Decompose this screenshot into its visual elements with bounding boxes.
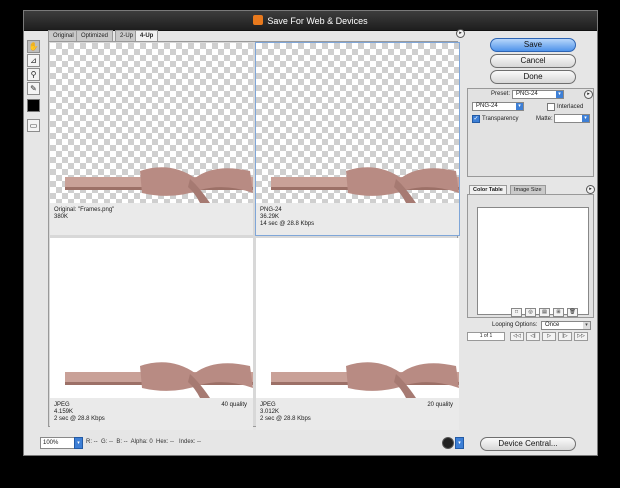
preview-image [256, 43, 459, 203]
pane-info: Original: "Frames.png" 380K [54, 207, 114, 221]
tab-color-table[interactable]: Color Table [469, 185, 507, 194]
chevron-down-icon: ▾ [556, 91, 563, 98]
preview-image [50, 43, 253, 203]
chevron-down-icon: ▾ [516, 103, 523, 110]
preview-in-browser-icon[interactable] [442, 437, 454, 449]
save-for-web-dialog: Save For Web & Devices ✋ ⊿ ⚲ ✎ ▭ Origina… [23, 10, 598, 456]
title-bar: Save For Web & Devices [24, 11, 597, 31]
chevron-down-icon: ▾ [582, 115, 589, 122]
zoom-dropdown-icon[interactable]: ▾ [74, 437, 83, 449]
preview-menu-icon[interactable]: ▸ [456, 29, 465, 38]
preset-select[interactable]: PNG-24 ▾ [512, 90, 564, 99]
chevron-down-icon: ▾ [583, 322, 590, 329]
pane-size: 36.29K [260, 214, 280, 220]
toggle-slices-visibility-icon[interactable]: ▭ [27, 119, 40, 132]
preview-pane-jpeg-40[interactable]: JPEG 4.159K 2 sec @ 28.8 Kbps 40 quality [50, 238, 253, 430]
window-title: Save For Web & Devices [267, 16, 368, 26]
pane-format: JPEG [260, 402, 276, 408]
animation-controls: 1 of 1 ◁◁ ◁| ▷ |▷ ▷▷ [467, 332, 594, 343]
previous-frame-icon[interactable]: ◁| [526, 332, 540, 341]
pane-size: 4.159K [54, 409, 74, 415]
tab-image-size[interactable]: Image Size [510, 185, 546, 194]
next-frame-icon[interactable]: |▷ [558, 332, 572, 341]
looping-options-select[interactable]: Once ▾ [541, 321, 591, 330]
format-value: PNG-24 [476, 103, 498, 109]
pane-info: JPEG 4.159K 2 sec @ 28.8 Kbps [54, 402, 105, 423]
lock-color-icon[interactable]: ▤ [539, 308, 550, 317]
looping-options-label: Looping Options: [492, 322, 538, 328]
pane-format: JPEG [54, 402, 70, 408]
status-bar: 100% ▾ R: -- G: -- B: -- Alpha: 0 Hex: -… [40, 437, 460, 449]
ribbon-image [271, 167, 459, 203]
pane-quality: 40 quality [221, 402, 247, 408]
preview-pane-png24[interactable]: PNG-24 36.29K 14 sec @ 28.8 Kbps [255, 42, 460, 236]
pane-download-time: 2 sec @ 28.8 Kbps [260, 416, 311, 422]
tab-4-up[interactable]: 4-Up [135, 30, 159, 41]
map-color-icon[interactable]: □ [511, 308, 522, 317]
pane-format: PNG-24 [260, 207, 282, 213]
device-central-button[interactable]: Device Central... [480, 437, 576, 451]
color-table-panel: □ ◎ ▤ ⊞ 🗑 [467, 194, 594, 318]
preset-label: Preset: [491, 91, 511, 97]
looping-value: Once [545, 322, 560, 328]
preview-pane-original[interactable]: Original: "Frames.png" 380K [50, 43, 253, 235]
new-color-icon[interactable]: ⊞ [553, 308, 564, 317]
play-icon[interactable]: ▷ [542, 332, 556, 341]
optimize-settings-panel: Preset: PNG-24 ▾ ▸ PNG-24 ▾ Interlaced ✓… [467, 88, 594, 177]
delete-color-icon[interactable]: 🗑 [567, 308, 578, 317]
hand-tool-icon[interactable]: ✋ [27, 40, 40, 53]
pane-info: JPEG 3.012K 2 sec @ 28.8 Kbps [260, 402, 311, 423]
web-shift-icon[interactable]: ◎ [525, 308, 536, 317]
interlaced-checkbox[interactable] [547, 103, 555, 111]
preset-value: PNG-24 [516, 91, 538, 97]
ribbon-image [65, 167, 253, 203]
color-table-menu-icon[interactable]: ▸ [586, 185, 595, 194]
save-button[interactable]: Save [490, 38, 576, 52]
tab-optimized[interactable]: Optimized [76, 30, 114, 41]
ribbon-image [65, 362, 253, 398]
slice-select-tool-icon[interactable]: ⊿ [27, 54, 40, 67]
pane-size: 3.012K [260, 409, 280, 415]
photoshop-icon [253, 15, 264, 25]
preview-image [50, 238, 253, 398]
transparency-label: Transparency [482, 116, 519, 122]
pane-format: Original: "Frames.png" [54, 207, 115, 213]
pane-quality: 20 quality [427, 402, 453, 408]
frame-counter: 1 of 1 [467, 332, 505, 341]
pane-size: 380K [54, 214, 69, 220]
preview-image [256, 238, 459, 398]
interlaced-label: Interlaced [557, 104, 584, 110]
optimize-menu-icon[interactable]: ▸ [584, 90, 593, 99]
tab-original[interactable]: Original [48, 30, 79, 41]
color-table [477, 207, 589, 315]
browser-dropdown-icon[interactable]: ▾ [455, 437, 464, 449]
last-frame-icon[interactable]: ▷▷ [574, 332, 588, 341]
pane-download-time: 2 sec @ 28.8 Kbps [54, 416, 105, 422]
zoom-level-field[interactable]: 100% [40, 437, 76, 449]
ribbon-image [271, 362, 459, 398]
tool-panel: ✋ ⊿ ⚲ ✎ ▭ [24, 35, 44, 132]
preview-area: Original: "Frames.png" 380K PNG-24 36.29… [48, 41, 460, 430]
zoom-tool-icon[interactable]: ⚲ [27, 68, 40, 81]
pane-download-time: 14 sec @ 28.8 Kbps [260, 221, 315, 227]
color-readout: R: -- G: -- B: -- Alpha: 0 Hex: -- Index… [86, 439, 202, 445]
done-button[interactable]: Done [490, 70, 576, 84]
matte-select[interactable]: ▾ [554, 114, 590, 123]
preview-pane-jpeg-20[interactable]: JPEG 3.012K 2 sec @ 28.8 Kbps 20 quality [256, 238, 459, 430]
file-format-select[interactable]: PNG-24 ▾ [472, 102, 524, 111]
first-frame-icon[interactable]: ◁◁ [510, 332, 524, 341]
cancel-button[interactable]: Cancel [490, 54, 576, 68]
eyedropper-tool-icon[interactable]: ✎ [27, 82, 40, 95]
pane-info: PNG-24 36.29K 14 sec @ 28.8 Kbps [260, 207, 314, 228]
eyedropper-color-swatch[interactable] [27, 99, 40, 112]
matte-label: Matte: [536, 116, 553, 122]
transparency-checkbox[interactable]: ✓ [472, 115, 480, 123]
